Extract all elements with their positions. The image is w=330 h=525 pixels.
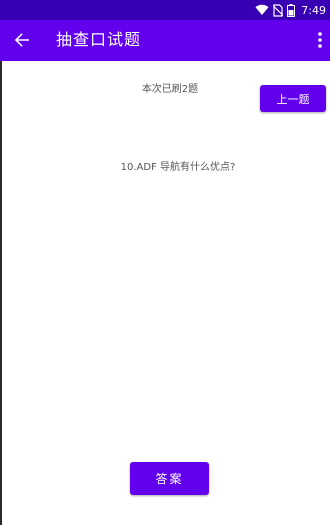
- battery-icon: [287, 3, 296, 17]
- arrow-left-icon[interactable]: [12, 30, 32, 50]
- wifi-icon: [255, 4, 269, 16]
- show-answer-button[interactable]: 答案: [130, 462, 209, 495]
- left-edge-divider: [0, 61, 2, 525]
- no-sim-icon: [273, 3, 284, 17]
- more-vert-icon[interactable]: [314, 30, 326, 50]
- status-time: 7:49: [301, 3, 326, 17]
- app-bar: 抽查口试题: [0, 20, 330, 61]
- status-bar: 7:49: [0, 0, 330, 20]
- previous-question-button[interactable]: 上一题: [260, 85, 326, 112]
- page-title: 抽查口试题: [56, 30, 142, 49]
- status-icons: 7:49: [255, 2, 326, 18]
- question-text: 10.ADF 导航有什么优点?: [120, 162, 236, 173]
